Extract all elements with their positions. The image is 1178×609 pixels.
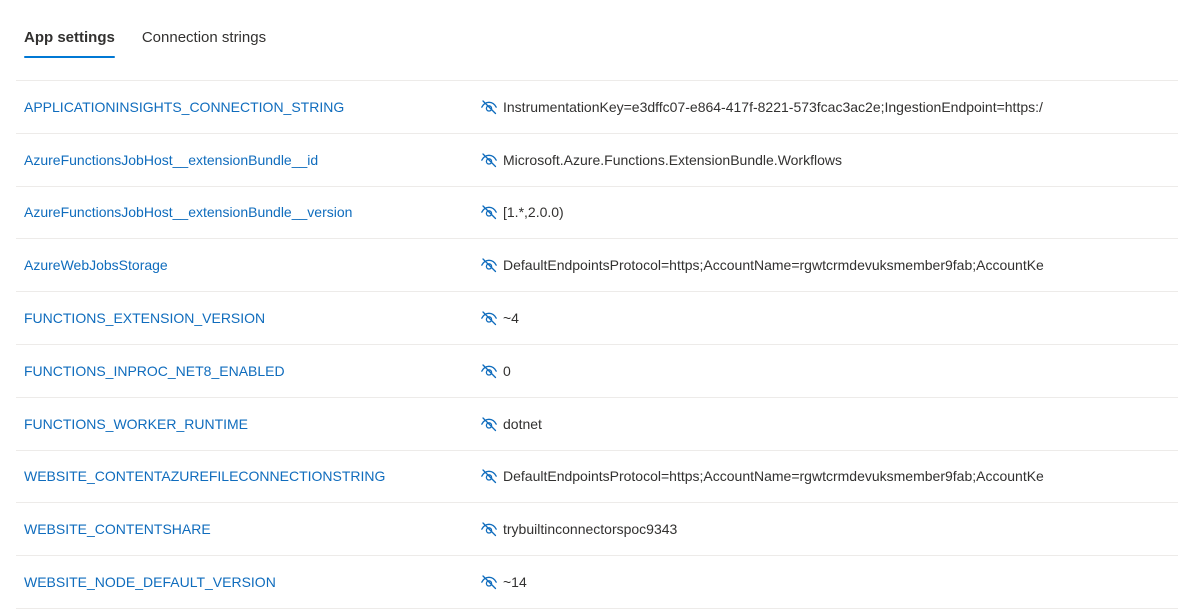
setting-value-cell: ~4 xyxy=(480,292,1068,344)
eye-slash-icon[interactable] xyxy=(480,415,498,433)
setting-value-cell: InstrumentationKey=e3dffc07-e864-417f-82… xyxy=(480,81,1068,133)
table-row: AzureFunctionsJobHost__extensionBundle__… xyxy=(16,187,1178,240)
eye-slash-icon[interactable] xyxy=(480,98,498,116)
setting-value: DefaultEndpointsProtocol=https;AccountNa… xyxy=(503,468,1044,485)
eye-slash-icon[interactable] xyxy=(480,309,498,327)
setting-name-link[interactable]: AzureFunctionsJobHost__extensionBundle__… xyxy=(24,187,352,239)
setting-name-link[interactable]: FUNCTIONS_WORKER_RUNTIME xyxy=(24,398,248,450)
setting-value: ~4 xyxy=(503,310,519,327)
eye-slash-icon[interactable] xyxy=(480,256,498,274)
setting-value-cell: 0 xyxy=(480,345,1068,397)
setting-value-cell: ~14 xyxy=(480,556,1068,608)
setting-value: DefaultEndpointsProtocol=https;AccountNa… xyxy=(503,257,1044,274)
setting-value-cell: Microsoft.Azure.Functions.ExtensionBundl… xyxy=(480,134,1068,186)
settings-tabs: App settings Connection strings xyxy=(24,20,266,60)
setting-value: ~14 xyxy=(503,574,527,591)
setting-name-link[interactable]: FUNCTIONS_EXTENSION_VERSION xyxy=(24,292,265,344)
table-row: WEBSITE_CONTENTSHARE trybuiltinconnectors… xyxy=(16,503,1178,557)
eye-slash-icon[interactable] xyxy=(480,362,498,380)
setting-name-link[interactable]: FUNCTIONS_INPROC_NET8_ENABLED xyxy=(24,345,285,397)
setting-value-cell: DefaultEndpointsProtocol=https;AccountNa… xyxy=(480,451,1068,503)
setting-value: [1.*,2.0.0) xyxy=(503,204,564,221)
setting-value-cell: DefaultEndpointsProtocol=https;AccountNa… xyxy=(480,239,1068,291)
table-row: WEBSITE_NODE_DEFAULT_VERSION ~14 xyxy=(16,556,1178,609)
eye-slash-icon[interactable] xyxy=(480,203,498,221)
eye-slash-icon[interactable] xyxy=(480,573,498,591)
setting-value: Microsoft.Azure.Functions.ExtensionBundl… xyxy=(503,151,842,168)
setting-name-link[interactable]: WEBSITE_CONTENTAZUREFILECONNECTIONSTRING xyxy=(24,451,385,503)
setting-name-link[interactable]: APPLICATIONINSIGHTS_CONNECTION_STRING xyxy=(24,81,344,133)
tab-connection-strings[interactable]: Connection strings xyxy=(142,20,266,56)
setting-name-link[interactable]: AzureFunctionsJobHost__extensionBundle__… xyxy=(24,134,318,186)
setting-value: dotnet xyxy=(503,415,542,432)
table-row: FUNCTIONS_INPROC_NET8_ENABLED 0 xyxy=(16,345,1178,398)
setting-value: 0 xyxy=(503,362,511,379)
app-settings-table: APPLICATIONINSIGHTS_CONNECTION_STRING Ins… xyxy=(16,80,1178,609)
table-row: WEBSITE_CONTENTAZUREFILECONNECTIONSTRING… xyxy=(16,451,1178,504)
table-row: AzureFunctionsJobHost__extensionBundle__… xyxy=(16,134,1178,187)
eye-slash-icon[interactable] xyxy=(480,467,498,485)
table-row: APPLICATIONINSIGHTS_CONNECTION_STRING Ins… xyxy=(16,81,1178,134)
setting-value-cell: dotnet xyxy=(480,398,1068,450)
table-row: AzureWebJobsStorage DefaultEndpointsProto… xyxy=(16,239,1178,293)
tab-app-settings[interactable]: App settings xyxy=(24,20,115,58)
eye-slash-icon[interactable] xyxy=(480,151,498,169)
setting-name-link[interactable]: AzureWebJobsStorage xyxy=(24,239,168,291)
setting-value: InstrumentationKey=e3dffc07-e864-417f-82… xyxy=(503,98,1043,115)
setting-value-cell: [1.*,2.0.0) xyxy=(480,187,1068,239)
setting-name-link[interactable]: WEBSITE_NODE_DEFAULT_VERSION xyxy=(24,556,276,608)
table-row: FUNCTIONS_WORKER_RUNTIME dotnet xyxy=(16,398,1178,451)
table-row: FUNCTIONS_EXTENSION_VERSION ~4 xyxy=(16,292,1178,345)
eye-slash-icon[interactable] xyxy=(480,520,498,538)
setting-value-cell: trybuiltinconnectorspoc9343 xyxy=(480,503,1068,555)
setting-value: trybuiltinconnectorspoc9343 xyxy=(503,521,678,538)
setting-name-link[interactable]: WEBSITE_CONTENTSHARE xyxy=(24,503,211,555)
